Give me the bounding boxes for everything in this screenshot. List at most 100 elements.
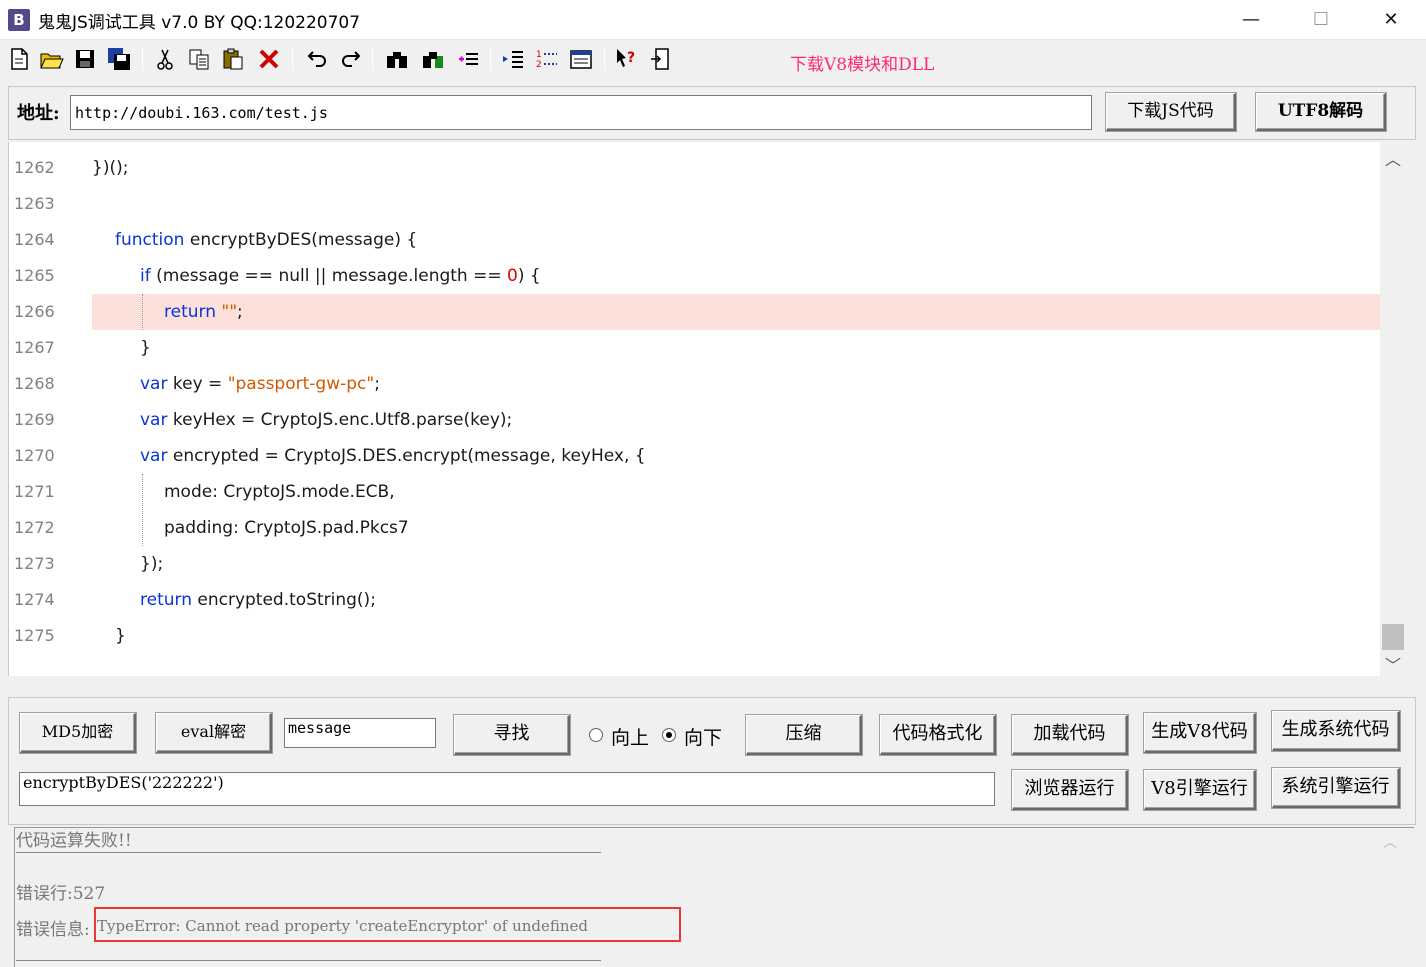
eval-decode-button[interactable]: eval解密 [156,713,272,753]
copy-icon[interactable] [186,46,212,72]
radio-up-label[interactable]: 向上 [611,723,649,750]
address-input[interactable]: http://doubi.163.com/test.js [70,95,1092,130]
keyword: return [164,302,216,322]
indent-icon[interactable] [500,46,526,72]
load-code-button[interactable]: 加载代码 [1012,715,1128,755]
radio-down[interactable] [662,728,676,742]
code-line-highlighted: 1266 return ""; [9,294,1380,330]
md5-encrypt-button[interactable]: MD5加密 [20,713,136,753]
find-binoculars-icon[interactable] [384,46,410,72]
title-bar: B 鬼鬼JS调试工具 v7.0 BY QQ:120220707 — ☐ ✕ [0,0,1426,40]
code-text: } [115,626,126,646]
exit-icon[interactable] [648,46,674,72]
code-line: 1267 } [9,330,1380,366]
delete-icon[interactable] [256,46,282,72]
code-text: if (message == null || message.length ==… [140,266,541,286]
new-file-icon[interactable] [6,46,32,72]
code-text: mode: CryptoJS.mode.ECB, [164,482,395,502]
code-line: 1265 if (message == null || message.leng… [9,258,1380,294]
current-line-highlight [92,294,1380,330]
replace-icon[interactable] [456,46,482,72]
save-icon[interactable] [72,46,98,72]
output-panel[interactable] [14,827,1414,967]
code-text: } [140,338,151,358]
svg-text:1: 1 [536,50,542,60]
undo-icon[interactable] [304,46,330,72]
generate-v8-code-button[interactable]: 生成V8代码 [1144,713,1256,753]
code-fragment: ; [237,302,243,322]
svg-text:2: 2 [536,60,542,70]
minimize-button[interactable]: — [1216,0,1286,40]
utf8-decode-button[interactable]: UTF8解码 [1256,93,1386,131]
line-number: 1263 [14,194,55,213]
code-text: }); [140,554,164,574]
code-text: })(); [92,158,129,178]
line-number: 1270 [14,446,55,465]
redo-icon[interactable] [338,46,364,72]
browser-run-button[interactable]: 浏览器运行 [1012,770,1128,810]
line-number: 1267 [14,338,55,357]
download-js-button[interactable]: 下载JS代码 [1106,93,1236,131]
line-numbers-icon[interactable]: 12 [534,46,560,72]
line-number: 1271 [14,482,55,501]
error-highlight-box [94,907,681,942]
svg-text:?: ? [627,50,635,66]
toolbar-separator [490,48,491,70]
code-line: 1270 var encrypted = CryptoJS.DES.encryp… [9,438,1380,474]
line-number: 1269 [14,410,55,429]
keyword: return [140,590,192,610]
system-engine-run-button[interactable]: 系统引擎运行 [1272,768,1400,808]
app-icon: B [8,9,30,31]
code-text: var encrypted = CryptoJS.DES.encrypt(mes… [140,446,646,466]
compress-button[interactable]: 压缩 [746,715,862,755]
code-line: 1263 [9,186,1380,222]
string-literal: "" [215,302,238,322]
open-folder-icon[interactable] [38,46,64,72]
help-icon[interactable]: ? [614,46,640,72]
expression-input[interactable]: encryptByDES('222222') [19,772,995,806]
code-text: function encryptByDES(message) { [115,230,417,250]
radio-up[interactable] [589,728,603,742]
format-code-button[interactable]: 代码格式化 [880,715,996,755]
scroll-up-arrow-icon[interactable]: ︿ [1380,146,1406,169]
indent-guide [142,294,143,330]
indent-guide [142,474,143,546]
paste-icon[interactable] [220,46,246,72]
code-fragment: ) { [517,266,541,286]
scroll-down-arrow-icon[interactable]: ﹀ [1380,652,1406,675]
toolbar: 12 ? [0,40,1426,78]
code-text: var keyHex = CryptoJS.enc.Utf8.parse(key… [140,410,512,430]
window-icon[interactable] [568,46,594,72]
editor-scrollbar[interactable] [1380,142,1406,676]
download-v8-link[interactable]: 下载V8模块和DLL [790,50,934,75]
scrollbar-thumb[interactable] [1382,624,1404,650]
code-fragment: encryptByDES(message) { [184,230,418,250]
output-scroll-up-icon[interactable]: ︿ [1380,832,1400,852]
close-window-button[interactable]: ✕ [1356,0,1426,40]
code-editor[interactable]: 1262 })(); 1263 1264 function encryptByD… [8,142,1380,676]
keyword: if [140,266,151,286]
find-next-icon[interactable] [420,46,446,72]
code-line: 1274 return encrypted.toString(); [9,582,1380,618]
save-all-icon[interactable] [106,46,132,72]
toolbar-separator [292,48,293,70]
code-line: 1272 padding: CryptoJS.pad.Pkcs7 [9,510,1380,546]
code-fragment: key = [167,374,228,394]
output-divider [16,852,601,853]
maximize-button[interactable]: ☐ [1286,0,1356,40]
find-button[interactable]: 寻找 [454,715,570,755]
code-fragment: ; [374,374,380,394]
line-number: 1262 [14,158,55,177]
cut-icon[interactable] [152,46,178,72]
generate-system-code-button[interactable]: 生成系统代码 [1272,711,1400,751]
code-line: 1271 mode: CryptoJS.mode.ECB, [9,474,1380,510]
radio-down-label[interactable]: 向下 [684,723,722,750]
code-fragment: encrypted.toString(); [191,590,376,610]
code-fragment: encrypted = CryptoJS.DES.encrypt(message… [167,446,646,466]
keyword: var [140,446,168,466]
keyword: function [115,230,185,250]
v8-engine-run-button[interactable]: V8引擎运行 [1144,770,1256,810]
toolbar-separator [604,48,605,70]
search-input[interactable]: message [284,718,436,748]
code-line: 1275 } [9,618,1380,654]
